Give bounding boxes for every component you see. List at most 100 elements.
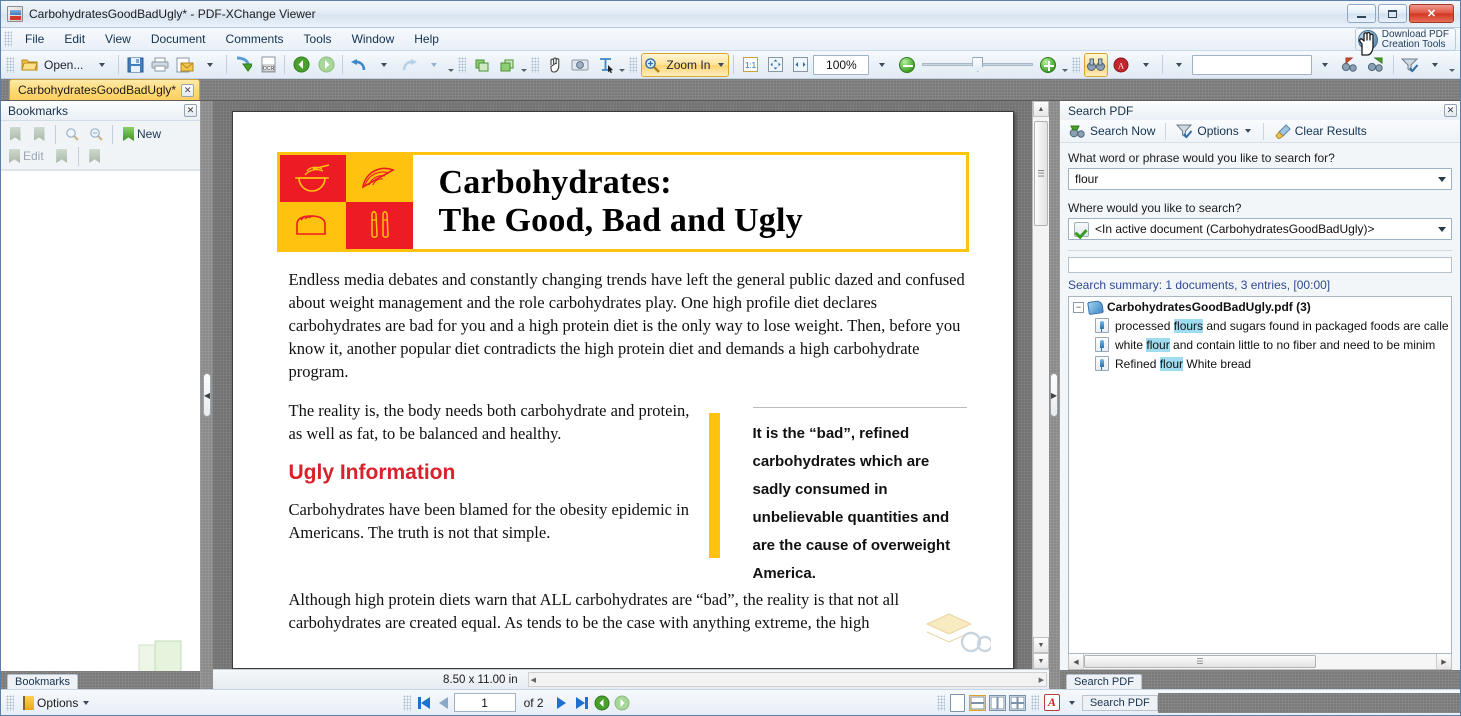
collapse-bookmarks-button[interactable] (85, 124, 107, 144)
ocr-button[interactable]: OCR (256, 53, 280, 77)
previous-page-button[interactable] (434, 693, 454, 713)
comment-dropdown-button[interactable] (1134, 53, 1158, 77)
right-splitter-collapse-handle[interactable]: ▶ (1050, 373, 1058, 417)
actual-size-button[interactable]: 1:1 (738, 53, 762, 77)
search-result-item-3[interactable]: Refined flour White bread (1069, 354, 1451, 373)
rotate-left-button[interactable] (470, 53, 494, 77)
bookmarks-footer-tab[interactable]: Bookmarks (7, 674, 79, 689)
find-next-button[interactable] (1364, 53, 1389, 77)
open-dropdown-button[interactable] (90, 53, 114, 77)
scroll-up-button[interactable]: ▲ (1033, 101, 1049, 117)
bookmark-properties-button[interactable] (84, 146, 106, 166)
delete-bookmark-button[interactable] (28, 124, 50, 144)
email-document-button[interactable] (173, 53, 197, 77)
redo-button[interactable] (397, 53, 421, 77)
zoom-in-button[interactable]: Zoom In (641, 52, 730, 77)
fit-page-button[interactable] (763, 53, 787, 77)
toolbar-grip-handle[interactable] (458, 56, 467, 73)
options-button[interactable]: Options (17, 693, 97, 713)
undo-button[interactable] (347, 53, 371, 77)
results-scroll-left-button[interactable]: ◀ (1069, 654, 1084, 669)
scrollbar-track[interactable]: ☰ (1033, 117, 1049, 637)
add-bookmark-button[interactable] (4, 124, 26, 144)
download-pdf-creation-tools-button[interactable]: Download PDF Creation Tools (1354, 28, 1456, 51)
select-text-tool-button[interactable] (593, 53, 617, 77)
search-now-button[interactable]: Search Now (1063, 122, 1161, 141)
hand-tool-button[interactable] (543, 53, 567, 77)
minimize-button[interactable] (1347, 4, 1376, 23)
search-results-tree[interactable]: − CarbohydratesGoodBadUgly.pdf (3) proce… (1068, 296, 1452, 654)
two-page-continuous-button[interactable] (1008, 693, 1028, 713)
last-page-button[interactable] (572, 693, 592, 713)
filter-button[interactable] (1398, 53, 1422, 77)
splitter-collapse-handle[interactable]: ◀ (203, 373, 211, 417)
edit-bookmark-button[interactable]: Edit (4, 146, 49, 166)
zoom-slider-thumb[interactable] (972, 57, 984, 72)
menu-comments[interactable]: Comments (216, 29, 294, 49)
hscroll-left-arrow[interactable]: ◀ (531, 676, 536, 684)
left-splitter[interactable]: ◀ (201, 101, 213, 689)
search-result-document-node[interactable]: − CarbohydratesGoodBadUgly.pdf (3) (1069, 297, 1451, 316)
maximize-button[interactable] (1378, 4, 1407, 23)
email-dropdown-button[interactable] (198, 53, 222, 77)
close-icon[interactable]: ✕ (181, 83, 195, 97)
zoom-overflow-button[interactable] (1061, 56, 1069, 74)
single-page-layout-button[interactable] (948, 693, 968, 713)
search-result-item-2[interactable]: white flour and contain little to no fib… (1069, 335, 1451, 354)
search-result-item-1[interactable]: processed flours and sugars found in pac… (1069, 316, 1451, 335)
zoom-slider[interactable] (920, 55, 1035, 75)
snapshot-tool-button[interactable] (568, 53, 592, 77)
two-page-layout-button[interactable] (988, 693, 1008, 713)
layout-grip-handle[interactable] (936, 694, 945, 711)
open-button[interactable]: Open... (18, 53, 89, 77)
filter-dropdown-button[interactable] (1423, 53, 1447, 77)
redo-dropdown-button[interactable] (422, 53, 446, 77)
first-page-button[interactable] (414, 693, 434, 713)
previous-view-nav-button[interactable] (592, 693, 612, 713)
tools-overflow-button[interactable] (618, 56, 626, 74)
results-scroll-right-button[interactable]: ▶ (1436, 654, 1451, 669)
pdf-page[interactable]: Carbohydrates: The Good, Bad and Ugly En… (231, 111, 1014, 669)
pdf-a-dropdown-button[interactable] (1062, 693, 1082, 713)
pdf-a-button[interactable]: A (1042, 693, 1062, 713)
document-tab[interactable]: CarbohydratesGoodBadUgly* ✕ (9, 79, 201, 100)
next-view-nav-button[interactable] (612, 693, 632, 713)
toolbar-grip-handle[interactable] (531, 56, 540, 73)
new-bookmark-button[interactable]: New (118, 124, 166, 144)
menu-file[interactable]: File (15, 29, 54, 49)
export-button[interactable] (231, 53, 255, 77)
menu-tools[interactable]: Tools (294, 29, 342, 49)
save-button[interactable] (123, 53, 147, 77)
scrollbar-thumb[interactable]: ☰ (1034, 121, 1048, 226)
search-toggle-button[interactable] (1084, 52, 1109, 77)
menu-document[interactable]: Document (141, 29, 216, 49)
toolbar-grip-handle[interactable] (1072, 56, 1081, 73)
menu-edit[interactable]: Edit (54, 29, 95, 49)
find-field-dropdown-button[interactable] (1313, 53, 1337, 77)
rotate-right-button[interactable] (495, 53, 519, 77)
page-number-input[interactable]: 1 (453, 693, 516, 712)
results-scroll-thumb[interactable]: ☰ (1084, 655, 1316, 668)
zoom-out-button[interactable] (895, 53, 919, 77)
menu-help[interactable]: Help (404, 29, 449, 49)
right-splitter[interactable]: ▶ (1049, 101, 1059, 689)
close-icon[interactable]: ✕ (1444, 104, 1457, 117)
zoom-level-field[interactable]: 100% (813, 54, 870, 75)
next-view-button[interactable] (314, 53, 338, 77)
search-pdf-status-tab[interactable]: Search PDF (1081, 694, 1158, 711)
chevron-down-icon[interactable] (1244, 129, 1251, 133)
find-previous-button[interactable] (1338, 53, 1363, 77)
search-scope-select[interactable]: <In active document (CarbohydratesGoodBa… (1068, 218, 1452, 240)
close-button[interactable]: ✕ (1409, 4, 1454, 23)
search-panel-footer-tab[interactable]: Search PDF (1066, 674, 1142, 689)
clear-results-button[interactable]: Clear Results (1268, 122, 1373, 141)
collapse-icon[interactable]: − (1073, 301, 1084, 313)
toolbar-overflow-button[interactable] (447, 56, 455, 74)
scroll-down-button[interactable]: ▼ (1033, 653, 1049, 669)
pagination-grip-handle[interactable] (402, 694, 411, 711)
continuous-layout-button[interactable] (968, 693, 988, 713)
fit-width-button[interactable] (788, 53, 812, 77)
zoom-level-dropdown-button[interactable] (870, 53, 894, 77)
comment-tool-button[interactable]: A (1109, 53, 1133, 77)
next-page-button[interactable] (552, 693, 572, 713)
